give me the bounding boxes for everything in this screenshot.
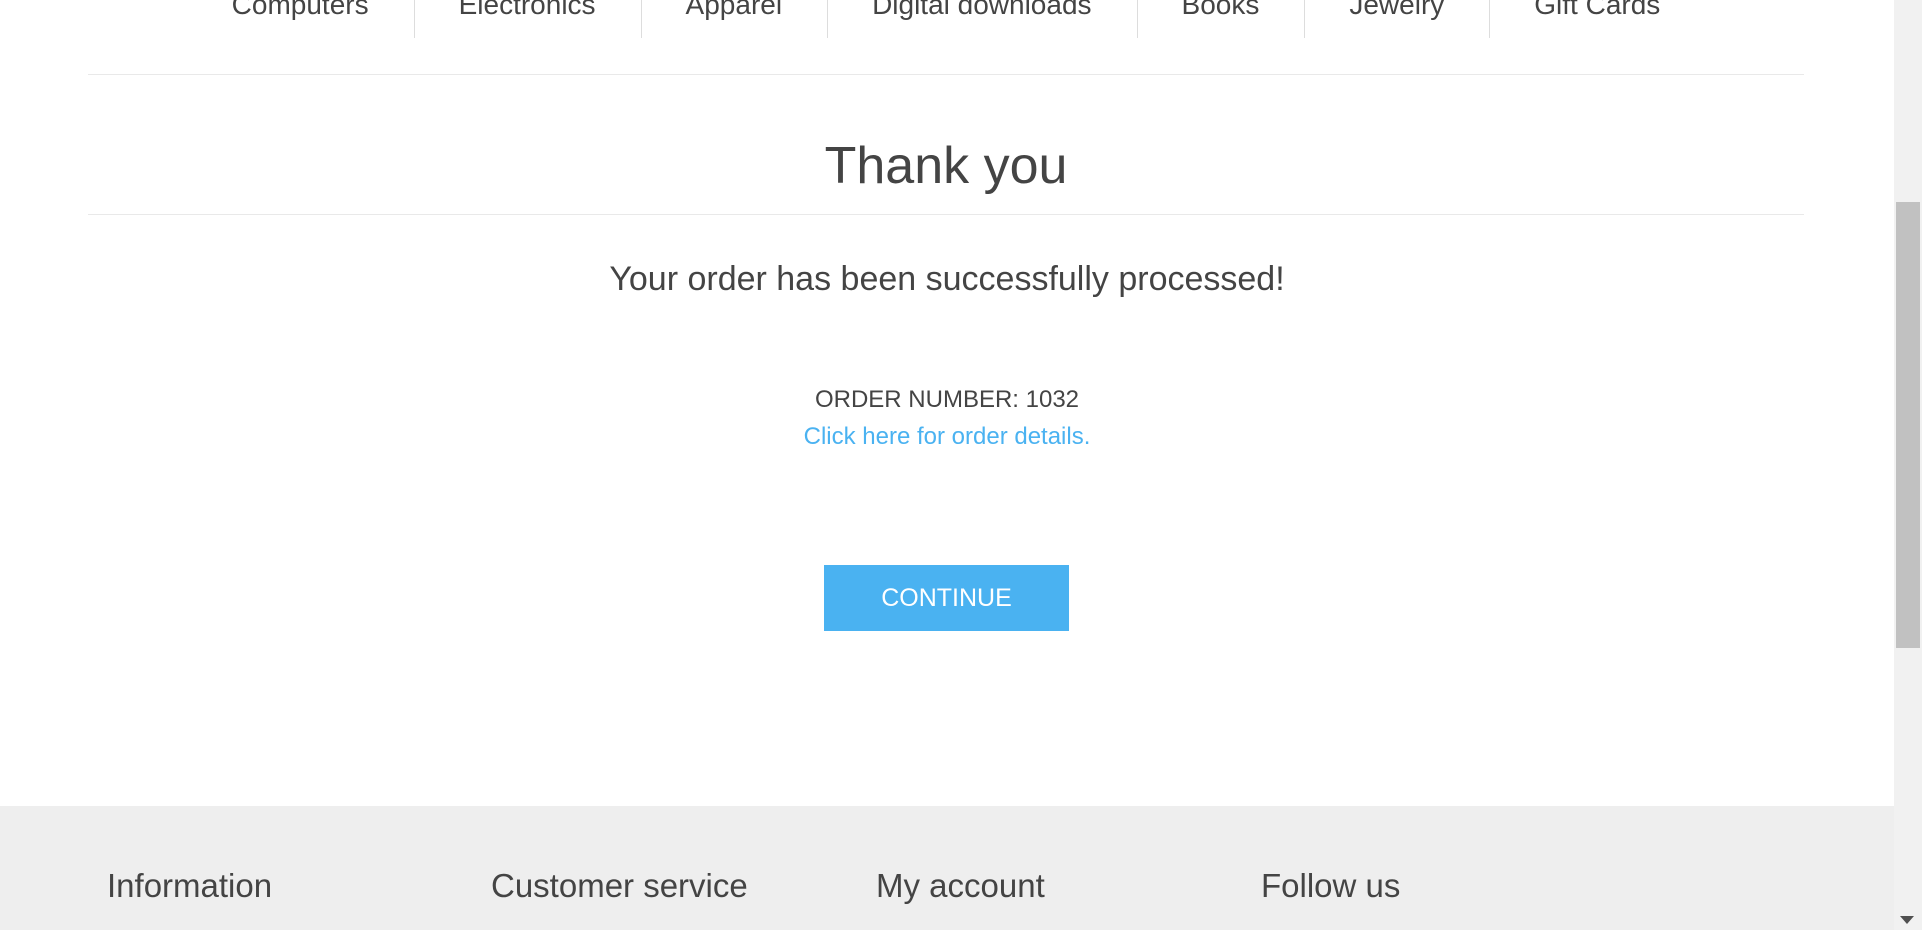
order-number: ORDER NUMBER: 1032 (0, 384, 1894, 416)
footer-title-follow-us: Follow us (1261, 867, 1401, 904)
scroll-down-arrow-icon[interactable] (1900, 916, 1914, 924)
menu-item-books[interactable]: Books (1136, 0, 1305, 38)
browser-viewport: Computers Electronics Apparel Digital do… (0, 0, 1922, 930)
page: Computers Electronics Apparel Digital do… (0, 0, 1894, 930)
vertical-scrollbar[interactable] (1894, 0, 1922, 930)
footer: Information Customer service My account … (0, 806, 1894, 930)
menu-item-apparel[interactable]: Apparel (640, 0, 828, 38)
scrollbar-thumb[interactable] (1896, 202, 1920, 648)
order-number-label: ORDER NUMBER: (814, 386, 1019, 413)
menu-item-computers[interactable]: Computers (187, 0, 414, 28)
continue-button[interactable]: CONTINUE (824, 565, 1069, 631)
page-title-bar: Thank you (88, 74, 1804, 215)
category-menu: Computers Electronics Apparel Digital do… (88, 0, 1804, 75)
order-details-link-container: Click here for order details. (0, 421, 1894, 453)
menu-item-digital-downloads[interactable]: Digital downloads (827, 0, 1136, 38)
order-number-value: 1032 (1025, 386, 1080, 413)
order-status-message: Your order has been successfully process… (609, 260, 1285, 298)
footer-title-information: Information (107, 867, 273, 904)
page-title: Thank you (824, 137, 1068, 195)
menu-item-electronics[interactable]: Electronics (413, 0, 641, 38)
menu-item-jewelry[interactable]: Jewelry (1304, 0, 1489, 38)
menu-item-gift-cards[interactable]: Gift Cards (1489, 0, 1705, 38)
order-details-link[interactable]: Click here for order details. (804, 423, 1091, 450)
footer-title-my-account: My account (876, 867, 1045, 904)
footer-title-customer-service: Customer service (491, 867, 748, 904)
